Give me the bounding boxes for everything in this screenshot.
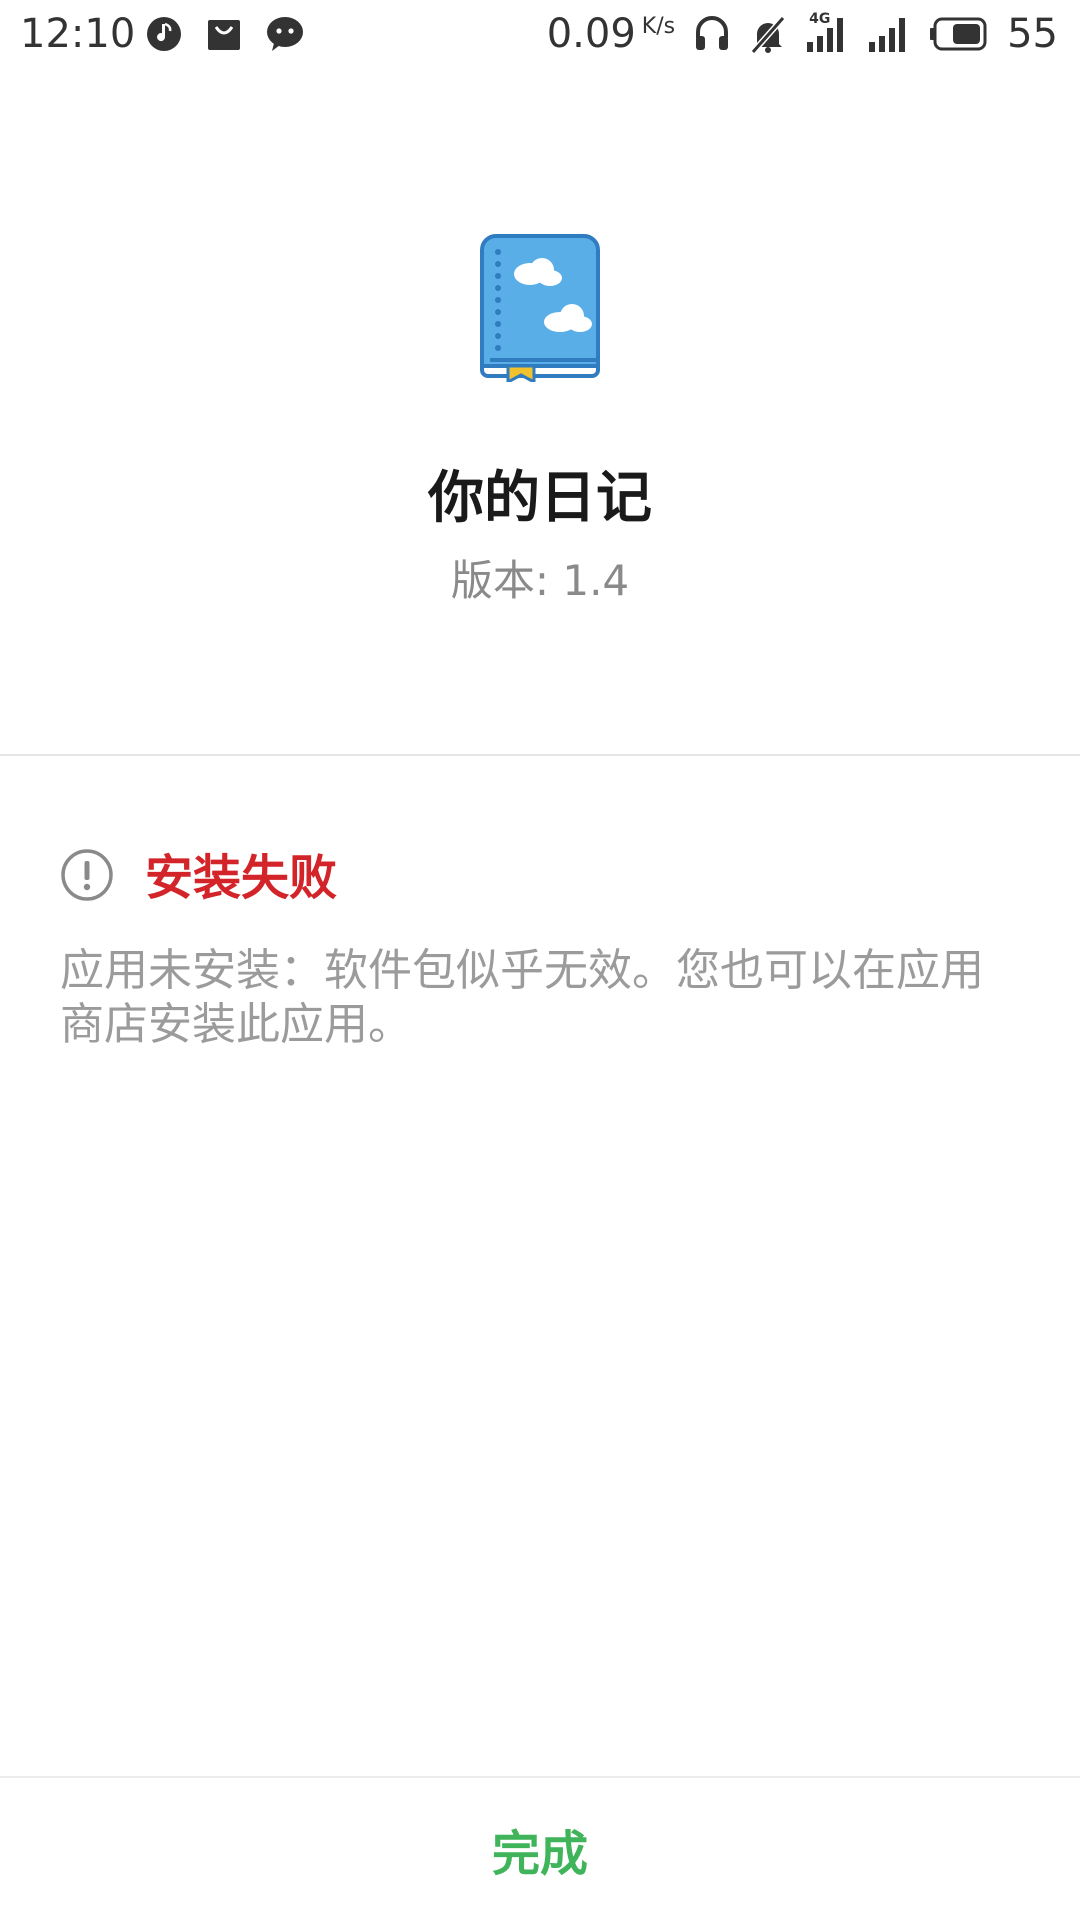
signal-icon [867,12,911,56]
network-speed-unit: K/s [641,14,676,39]
network-speed: 0.09 K/s [547,8,675,60]
battery-icon [929,16,989,52]
headset-icon [693,14,731,54]
system-status: 0.09 K/s 4G 55 [547,8,1058,60]
status-time: 12:10 [20,11,136,57]
diary-book-icon [478,232,602,385]
network-speed-value: 0.09 [546,11,636,57]
divider [0,754,1080,756]
signal-4g-icon: 4G [805,12,849,56]
bell-muted-icon [749,14,787,54]
battery-level: 55 [1007,11,1058,57]
install-failed-message: 应用未安装：软件包似乎无效。您也可以在应用商店安装此应用。 [60,945,984,1050]
alert-circle-icon [60,848,114,902]
install-failed-title: 安装失败 [145,850,338,906]
status-bar: 12:10 0.09 K/s 4G 55 [0,0,1080,70]
app-name: 你的日记 [428,466,652,531]
done-button[interactable]: 完成 [0,1778,1080,1920]
shopping-bag-icon [205,15,243,53]
notification-icons [145,12,305,56]
app-version: 版本: 1.4 [450,556,630,605]
music-app-icon [145,15,183,53]
wechat-icon [265,15,305,53]
